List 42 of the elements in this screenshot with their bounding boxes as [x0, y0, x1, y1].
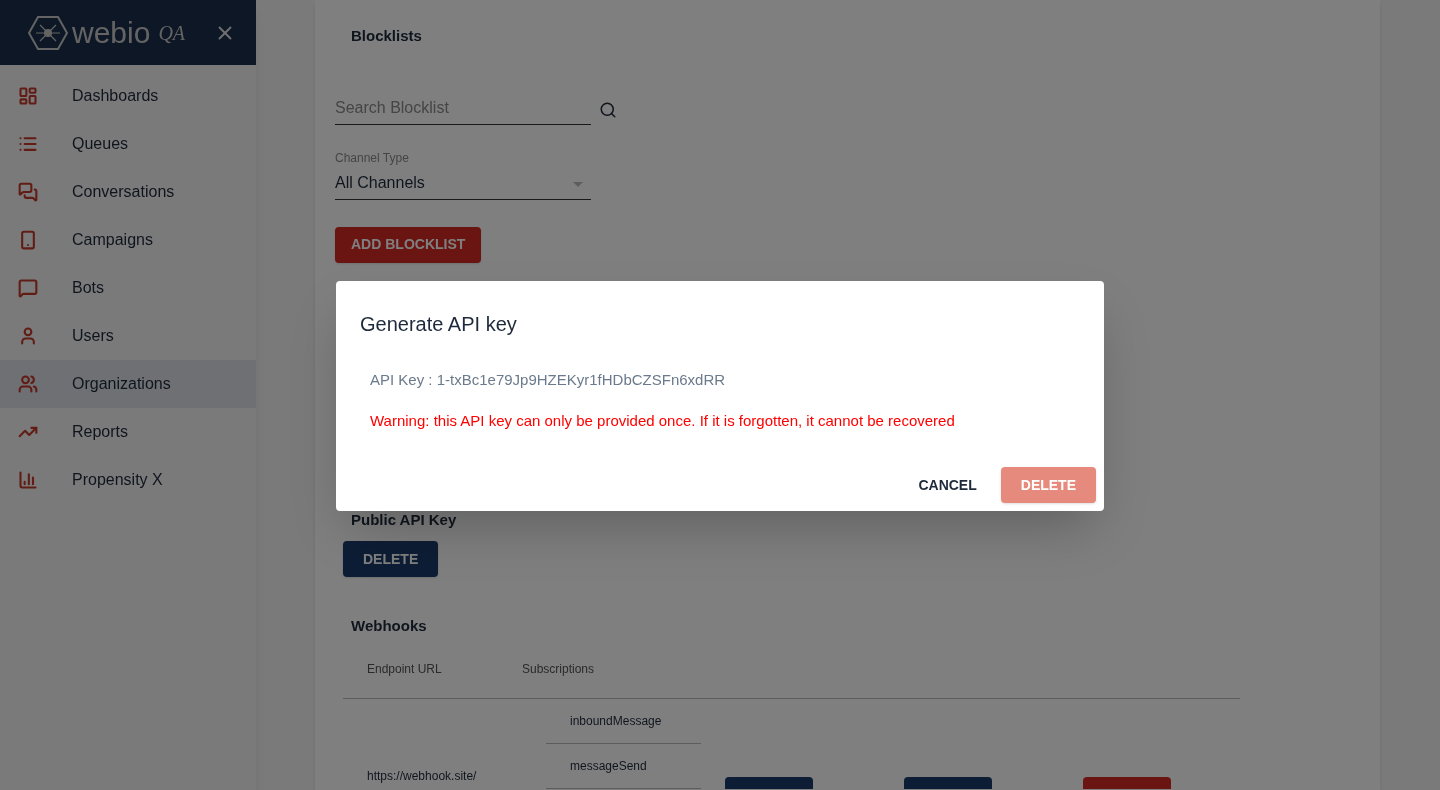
bar-chart-icon: [18, 470, 38, 490]
list-icon: [18, 134, 38, 154]
sidebar-item[interactable]: Conversations: [0, 168, 256, 216]
button[interactable]: [904, 776, 992, 789]
cancel-button[interactable]: CANCEL: [910, 467, 985, 503]
button[interactable]: [1083, 776, 1171, 789]
chat-bubbles-icon: [18, 182, 38, 202]
logo-text: webio: [72, 17, 151, 48]
users-icon: [18, 374, 38, 394]
sidebar-item[interactable]: Queues: [0, 120, 256, 168]
sidebar-item[interactable]: Reports: [0, 408, 256, 456]
phone-icon: [18, 230, 38, 250]
sidebar-item[interactable]: Bots: [0, 264, 256, 312]
table-cell: inboundMessage: [546, 698, 701, 744]
search-field[interactable]: Search Blocklist: [335, 95, 591, 125]
delete-button[interactable]: DELETE: [1000, 467, 1096, 503]
message-icon: [18, 278, 38, 298]
logo-icon: [28, 14, 68, 51]
table-cell-text: https://webhook.site/: [366, 767, 478, 785]
logo-tag: QA: [158, 17, 186, 48]
table-cell: messageSend: [546, 743, 701, 789]
warning-text: Warning: this API key can only be provided once. If it is forgotten, it cannot be recovered: [370, 410, 956, 431]
dropdown-caret-icon: [573, 181, 583, 187]
api-key-text: API Key : 1-txBc1e79Jp9HZEKyr1fHDbCZSFn6xdRR: [370, 370, 727, 390]
section-title: Blocklists: [351, 26, 423, 46]
sidebar-item[interactable]: Users: [0, 312, 256, 360]
section-title: Public API Key: [351, 509, 458, 530]
delete-button[interactable]: DELETE: [343, 541, 439, 577]
sidebar-item[interactable]: Propensity X: [0, 456, 256, 504]
sidebar-item[interactable]: Organizations: [0, 360, 256, 408]
dashboard-icon: [18, 86, 38, 106]
add-blocklist-button[interactable]: ADD BLOCKLIST: [335, 226, 482, 263]
search-icon[interactable]: [599, 101, 617, 119]
channel-type-select[interactable]: Channel Type All Channels: [335, 148, 591, 200]
sidebar-item[interactable]: Dashboards: [0, 72, 256, 120]
sidebar-item[interactable]: Campaigns: [0, 216, 256, 264]
column-header: Endpoint URL: [366, 660, 443, 678]
user-icon: [18, 326, 38, 346]
section-title: Webhooks: [351, 616, 428, 636]
column-header: Subscriptions: [522, 660, 595, 678]
dialog-title: Generate API key: [360, 312, 518, 337]
button[interactable]: [725, 776, 813, 789]
